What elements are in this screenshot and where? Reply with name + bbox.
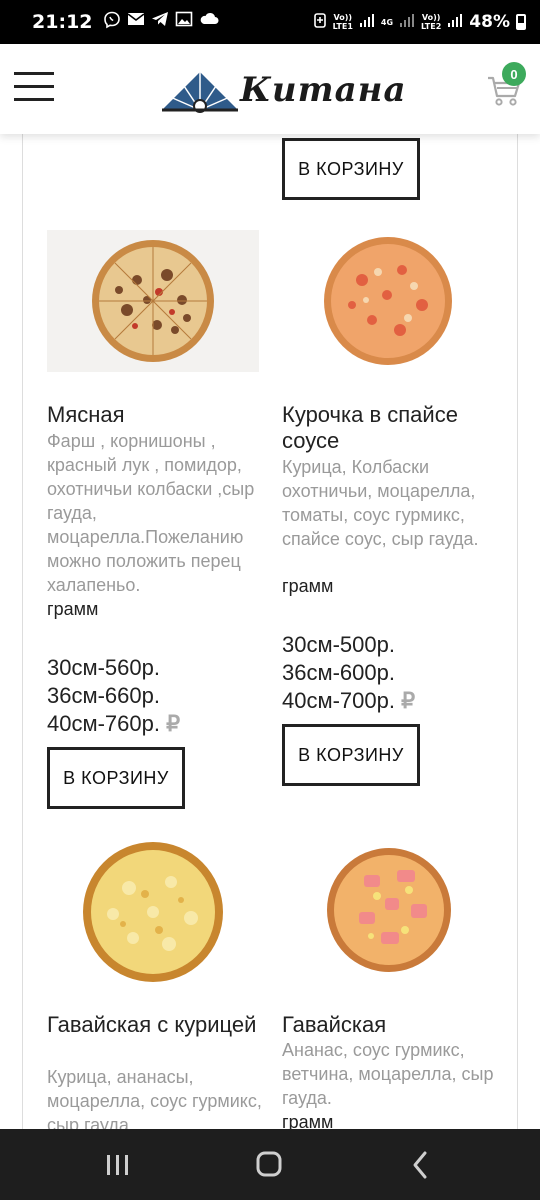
logo-text: Китана	[240, 70, 407, 110]
back-icon[interactable]	[401, 1147, 441, 1183]
product-description: Ананас, соус гурмикс, ветчина, моцарелла…	[282, 1040, 494, 1108]
pizza-image	[92, 240, 214, 362]
product-prices: 30см-500р. 36см-600р. 40см-700р. ₽	[282, 631, 502, 715]
price-line: 30см-500р.	[282, 632, 395, 657]
price-line: 36см-660р.	[47, 683, 160, 708]
status-bar: 21:12 Vo)) LTE1 4G Vo)) LTE2 48%	[0, 0, 540, 44]
product-prices: 30см-560р. 36см-660р. 40см-760р. ₽	[47, 654, 267, 738]
product-description: Фарш , корнишоны , красный лук , помидор…	[47, 431, 255, 595]
product-image-chicken-spicy-pizza[interactable]	[282, 230, 496, 372]
viber-icon	[103, 11, 121, 33]
sim2-label: Vo)) LTE2	[421, 13, 442, 31]
telegram-icon	[151, 11, 169, 33]
system-navigation-bar	[0, 1129, 540, 1200]
ruble-icon: ₽	[166, 711, 181, 736]
site-logo[interactable]: Китана	[160, 66, 405, 116]
site-header: Китана 0	[0, 44, 540, 134]
product-weight: грамм	[282, 1112, 334, 1129]
battery-percent: 48%	[469, 12, 510, 32]
price-line: 36см-600р.	[282, 660, 395, 685]
pizza-image	[83, 842, 223, 982]
cart-count-badge: 0	[502, 62, 526, 86]
sim2-signal-icon	[399, 12, 415, 32]
ruble-icon: ₽	[401, 688, 416, 713]
gallery-icon	[175, 11, 193, 33]
product-weight: грамм	[282, 576, 334, 596]
sim1-signal-icon	[359, 12, 375, 32]
price-line: 40см-760р. ₽	[47, 711, 181, 736]
network-type: 4G	[380, 17, 394, 27]
pizza-image	[327, 848, 451, 972]
status-time: 21:12	[32, 11, 93, 33]
system-status: Vo)) LTE1 4G Vo)) LTE2 48%	[313, 11, 526, 34]
recents-icon[interactable]	[98, 1147, 138, 1183]
product-description: Курица, ананасы, моцарелла, соус гурмикс…	[47, 1067, 262, 1129]
alarm-icon	[313, 11, 327, 34]
sim2b-signal-icon	[447, 12, 463, 32]
product-grid: В КОРЗИНУ Мясная Фарш , корнишоны , крас…	[22, 134, 518, 1129]
product-description: Курица, Колбаски охотничьи, моцарелла, т…	[282, 457, 479, 549]
product-title[interactable]: Гавайская	[282, 1012, 502, 1038]
home-icon[interactable]	[249, 1147, 289, 1183]
add-to-cart-button[interactable]: В КОРЗИНУ	[282, 724, 420, 786]
price-line: 40см-700р. ₽	[282, 688, 416, 713]
price-line: 30см-560р.	[47, 655, 160, 680]
product-image-hawaiian-pizza[interactable]	[319, 840, 459, 980]
mail-icon	[127, 11, 145, 33]
menu-icon[interactable]	[14, 72, 54, 102]
product-image-hawaiian-chicken-pizza[interactable]	[41, 840, 267, 986]
cloud-icon	[199, 11, 219, 33]
product-image-meat-pizza[interactable]	[47, 230, 259, 372]
fan-logo-icon	[162, 72, 238, 113]
pizza-image	[324, 237, 452, 365]
cart-button[interactable]: 0	[484, 62, 530, 110]
battery-icon	[516, 14, 526, 30]
notification-icons	[103, 11, 219, 33]
add-to-cart-button[interactable]: В КОРЗИНУ	[282, 138, 420, 200]
product-title[interactable]: Гавайская с курицей	[47, 1012, 267, 1038]
add-to-cart-button[interactable]: В КОРЗИНУ	[47, 747, 185, 809]
product-title[interactable]: Мясная	[47, 402, 267, 428]
product-weight: грамм	[47, 599, 99, 619]
product-title[interactable]: Курочка в спайсе соусе	[282, 402, 502, 454]
sim1-label: Vo)) LTE1	[332, 13, 353, 31]
